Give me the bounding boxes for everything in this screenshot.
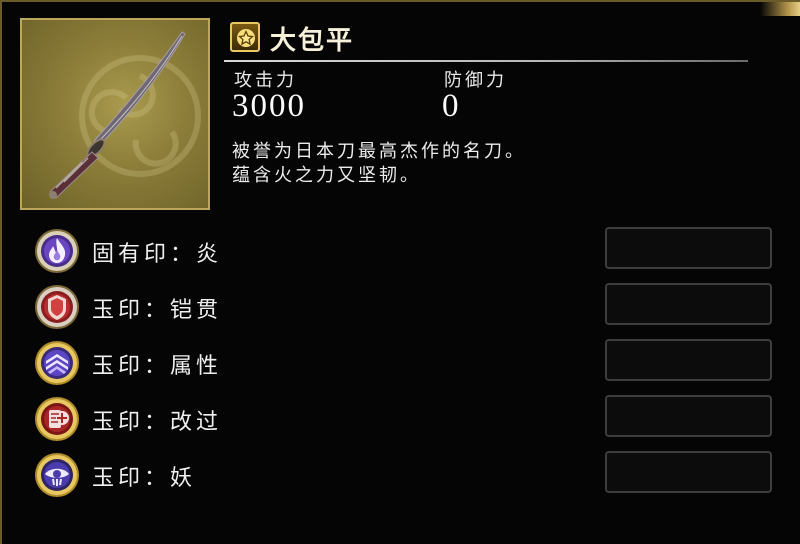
seal-row-attribute[interactable]: 玉印：属性 xyxy=(32,338,777,388)
seal-row-reform[interactable]: 玉印：改过 xyxy=(32,394,777,444)
seal-slot-empty[interactable] xyxy=(605,339,772,381)
item-name: 大包平 xyxy=(270,26,355,56)
seal-label: 固有印：炎 xyxy=(92,242,223,267)
defense-value: 0 xyxy=(442,88,461,124)
seal-label: 玉印：妖 xyxy=(92,466,197,491)
fire-seal-icon xyxy=(35,229,79,273)
armor-pierce-seal-icon xyxy=(35,285,79,329)
seal-row-fire[interactable]: 固有印：炎 xyxy=(32,226,777,276)
seal-label: 玉印：改过 xyxy=(92,410,223,435)
gold-rank-star-icon xyxy=(237,29,255,47)
seal-row-yokai[interactable]: 玉印：妖 xyxy=(32,450,777,500)
item-detail-panel: 大包平 攻击力 3000 防御力 0 被誉为日本刀最高杰作的名刀。 蕴含火之力又… xyxy=(0,0,800,544)
item-description: 被誉为日本刀最高杰作的名刀。 蕴含火之力又坚韧。 xyxy=(232,140,526,188)
attack-value: 3000 xyxy=(232,88,306,124)
yokai-eye-seal-icon xyxy=(35,453,79,497)
seal-label: 玉印：属性 xyxy=(92,354,223,379)
seal-label: 玉印：铠贯 xyxy=(92,298,223,323)
katana-icon xyxy=(49,31,201,199)
seal-slot-empty[interactable] xyxy=(605,283,772,325)
seal-slot-empty[interactable] xyxy=(605,451,772,493)
rank-badge xyxy=(230,22,260,52)
reform-seal-icon xyxy=(35,397,79,441)
attribute-seal-icon xyxy=(35,341,79,385)
seal-slot-empty[interactable] xyxy=(605,227,772,269)
seal-slot-empty[interactable] xyxy=(605,395,772,437)
corner-ornament xyxy=(760,2,800,16)
description-line-2: 蕴含火之力又坚韧。 xyxy=(232,165,421,186)
description-line-1: 被誉为日本刀最高杰作的名刀。 xyxy=(232,141,526,162)
item-portrait xyxy=(20,18,210,210)
header-divider xyxy=(224,60,748,62)
seal-row-armor-pierce[interactable]: 玉印：铠贯 xyxy=(32,282,777,332)
